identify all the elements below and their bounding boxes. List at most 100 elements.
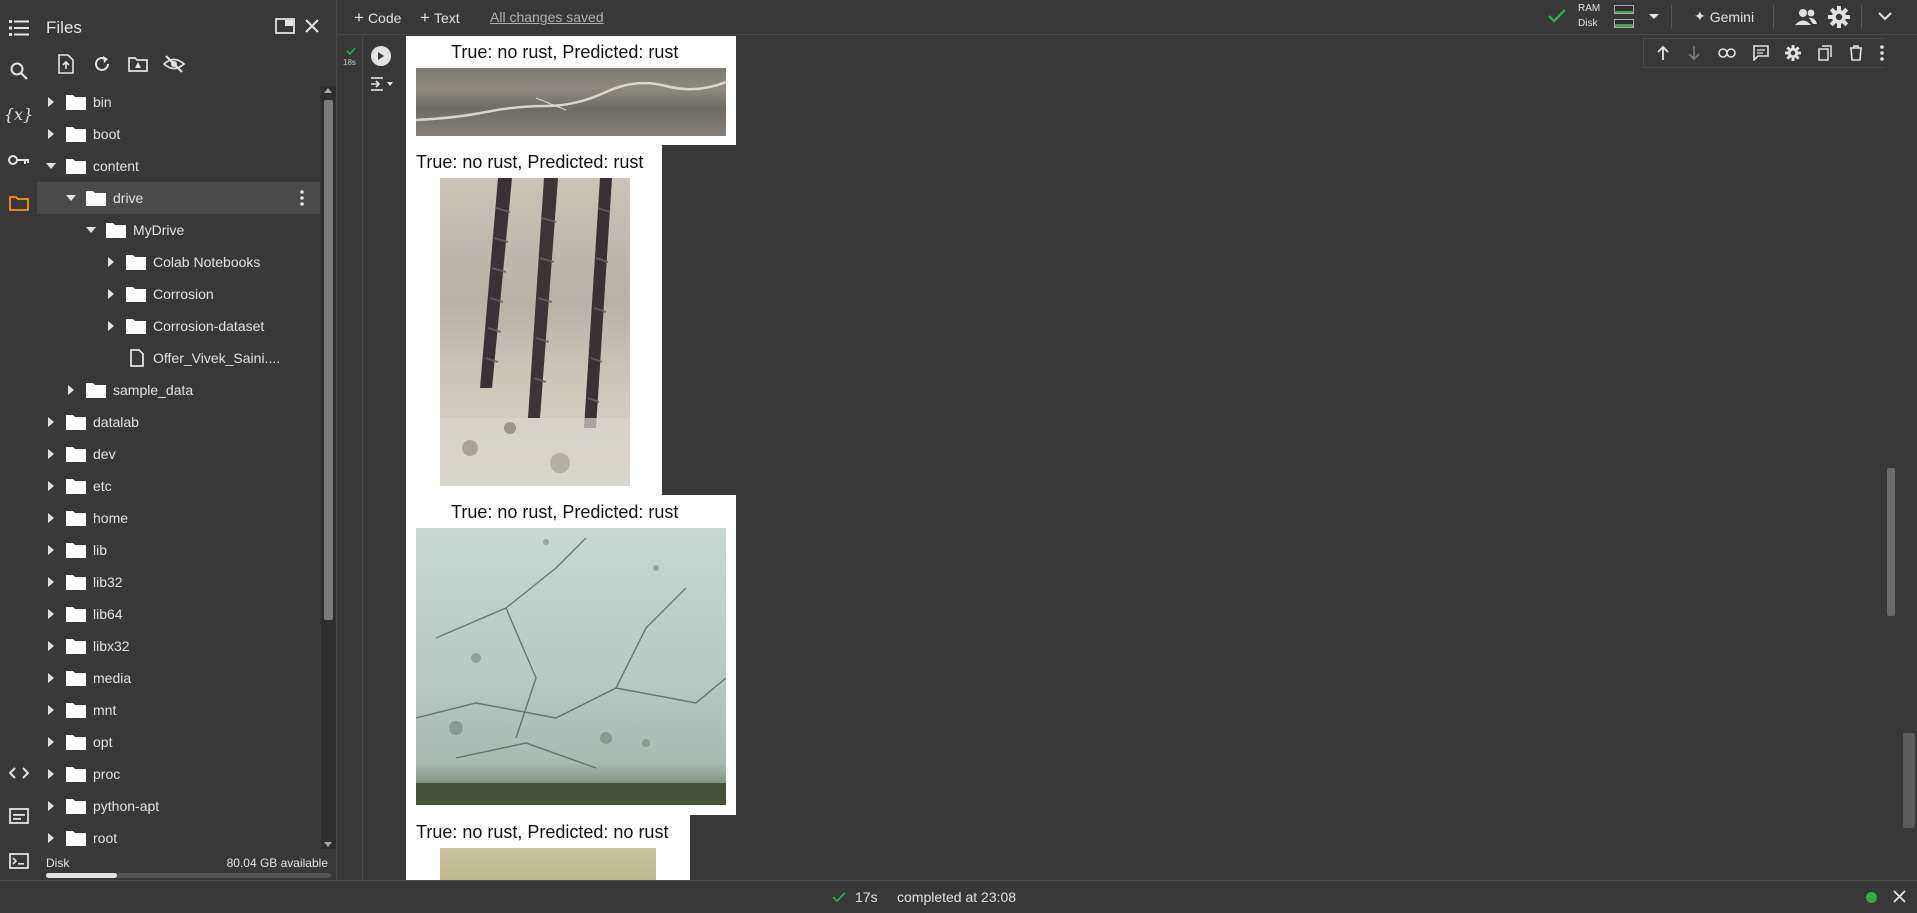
file-tree-item[interactable]: etc (37, 470, 320, 502)
caret-right-icon[interactable] (41, 572, 61, 592)
folder-icon (125, 317, 147, 335)
notebook-scrollbar[interactable] (1884, 36, 1898, 880)
notebook-scroll-thumb[interactable] (1887, 468, 1895, 616)
gemini-label: Gemini (1709, 8, 1755, 25)
open-in-tab-icon[interactable] (272, 13, 298, 39)
file-tree-item[interactable]: Offer_Vivek_Saini.... (37, 342, 320, 374)
caret-down-icon[interactable] (41, 156, 61, 176)
search-icon[interactable] (6, 58, 31, 83)
secrets-key-icon[interactable] (6, 147, 31, 172)
caret-right-icon[interactable] (101, 284, 121, 304)
caret-right-icon[interactable] (41, 732, 61, 752)
concrete-crack-photo (416, 68, 726, 136)
file-tree-item[interactable]: datalab (37, 406, 320, 438)
command-palette-icon[interactable] (6, 803, 31, 828)
add-text-button[interactable]: + Text (420, 8, 460, 28)
close-icon[interactable] (299, 13, 325, 39)
connection-status-dot (1866, 892, 1877, 903)
comment-icon[interactable] (1752, 45, 1769, 61)
file-tree-item[interactable]: bin (37, 86, 320, 118)
file-tree-item[interactable]: Corrosion (37, 278, 320, 310)
file-tree-item[interactable]: mnt (37, 694, 320, 726)
link-icon[interactable] (1718, 48, 1736, 58)
caret-right-icon[interactable] (41, 700, 61, 720)
caret-right-icon[interactable] (101, 252, 121, 272)
file-tree-item[interactable]: python-apt (37, 790, 320, 822)
file-tree-item[interactable]: lib32 (37, 566, 320, 598)
file-tree-item[interactable]: media (37, 662, 320, 694)
caret-right-icon[interactable] (41, 668, 61, 688)
disk-meter (1614, 19, 1634, 28)
caret-right-icon[interactable] (41, 476, 61, 496)
terminal-icon[interactable] (6, 848, 31, 873)
file-tree-item[interactable]: dev (37, 438, 320, 470)
file-tree-item[interactable]: proc (37, 758, 320, 790)
code-snippets-icon[interactable] (6, 760, 31, 785)
move-cell-up-icon[interactable] (1656, 45, 1670, 61)
file-tree-item[interactable]: lib (37, 534, 320, 566)
variables-icon[interactable]: {x} (4, 102, 33, 127)
run-cell-button[interactable] (371, 46, 391, 66)
collapse-header-chevron-icon[interactable] (1878, 11, 1892, 21)
file-tree-label: drive (113, 190, 144, 206)
delete-trash-icon[interactable] (1849, 45, 1863, 61)
caret-right-icon[interactable] (41, 604, 61, 624)
folder-icon (65, 157, 87, 175)
file-tree-item[interactable]: sample_data (37, 374, 320, 406)
output-actions-icon[interactable] (370, 76, 394, 92)
save-status-link[interactable]: All changes saved (490, 9, 604, 25)
caret-down-icon[interactable] (61, 188, 81, 208)
file-tree-label: etc (93, 478, 112, 494)
table-of-contents-icon[interactable] (6, 15, 31, 40)
hide-files-eye-icon[interactable] (161, 51, 187, 77)
caret-right-icon[interactable] (41, 92, 61, 112)
file-tree-scroll-thumb[interactable] (324, 100, 333, 620)
caret-right-icon[interactable] (41, 796, 61, 816)
gemini-button[interactable]: ✦ Gemini (1694, 8, 1754, 25)
cell-settings-gear-icon[interactable] (1785, 45, 1802, 61)
file-tree-item[interactable]: root (37, 822, 320, 849)
caret-down-icon[interactable] (81, 220, 101, 240)
caret-right-icon[interactable] (41, 540, 61, 560)
add-code-button[interactable]: + Code (354, 8, 401, 28)
file-tree-item[interactable]: lib64 (37, 598, 320, 630)
runtime-dropdown-icon[interactable] (1648, 13, 1660, 21)
file-tree-item[interactable]: drive (37, 182, 320, 214)
caret-right-icon[interactable] (41, 412, 61, 432)
mirror-cell-icon[interactable] (1818, 45, 1832, 61)
file-tree-item[interactable]: Colab Notebooks (37, 246, 320, 278)
close-status-icon[interactable] (1893, 890, 1906, 903)
share-people-icon[interactable] (1794, 8, 1818, 26)
upload-file-icon[interactable] (53, 51, 79, 77)
caret-right-icon[interactable] (41, 828, 61, 848)
settings-gear-icon[interactable] (1828, 6, 1850, 28)
file-tree-item[interactable]: content (37, 150, 320, 182)
page-scroll-thumb[interactable] (1903, 733, 1915, 828)
caret-right-icon[interactable] (41, 508, 61, 528)
file-tree-item[interactable]: libx32 (37, 630, 320, 662)
caret-right-icon[interactable] (41, 444, 61, 464)
file-tree-item[interactable]: home (37, 502, 320, 534)
caret-right-icon[interactable] (61, 380, 81, 400)
file-tree-item[interactable]: MyDrive (37, 214, 320, 246)
move-cell-down-icon[interactable] (1687, 45, 1701, 61)
caret-right-icon[interactable] (101, 316, 121, 336)
file-tree-item[interactable]: opt (37, 726, 320, 758)
mount-drive-icon[interactable] (125, 51, 151, 77)
painted-wall-cracks-photo (416, 528, 726, 805)
resource-monitor[interactable]: RAM Disk (1578, 3, 1638, 33)
caret-right-icon[interactable] (41, 124, 61, 144)
file-tree-scrollbar[interactable] (321, 86, 336, 849)
file-tree-label: media (93, 670, 132, 686)
more-vert-icon[interactable] (300, 190, 304, 206)
file-tree-label: proc (93, 766, 121, 782)
files-folder-icon[interactable] (6, 190, 31, 215)
file-tree-label: root (93, 830, 118, 846)
caret-right-icon[interactable] (41, 636, 61, 656)
folder-icon (65, 605, 87, 623)
refresh-icon[interactable] (89, 51, 115, 77)
file-tree-item[interactable]: Corrosion-dataset (37, 310, 320, 342)
caret-right-icon[interactable] (41, 764, 61, 784)
file-tree-item[interactable]: boot (37, 118, 320, 150)
folder-icon (65, 733, 87, 751)
